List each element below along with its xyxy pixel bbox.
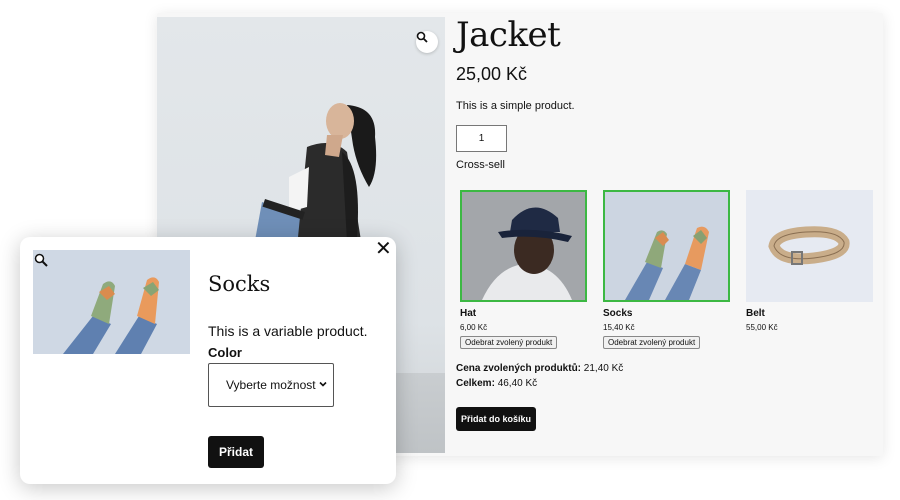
close-icon[interactable]: ✕ (375, 238, 392, 260)
chevron-down-icon (319, 381, 327, 387)
product-price: 25,00 Kč (456, 64, 528, 84)
totals-block: Cena zvolených produktů: 21,40 Kč Celkem… (456, 361, 623, 391)
cross-sell-price: 15,40 Kč (603, 323, 635, 332)
magnifier-icon (416, 31, 428, 43)
attribute-label: Color (208, 345, 242, 360)
quantity-input[interactable]: 1 (456, 125, 507, 152)
cross-sell-price: 55,00 Kč (746, 323, 778, 332)
cross-sell-item-socks[interactable]: Socks 15,40 Kč Odebrat zvolený produkt (603, 190, 731, 350)
product-title: Jacket (456, 15, 561, 55)
quick-view-popup: ✕ Socks This is a variable product. Colo… (20, 237, 396, 484)
selected-total-row: Cena zvolených produktů: 21,40 Kč (456, 361, 623, 376)
selected-total-label: Cena zvolených produktů: (456, 363, 582, 374)
grand-total-row: Celkem: 46,40 Kč (456, 376, 623, 391)
selected-total-value: 21,40 Kč (583, 363, 624, 374)
belt-illustration (746, 190, 873, 302)
quick-view-title: Socks (208, 272, 271, 296)
cross-sell-name: Hat (460, 308, 477, 319)
add-to-cart-button[interactable]: Přidat do košíku (456, 407, 536, 431)
magnifier-icon[interactable] (34, 253, 48, 267)
socks-illustration (33, 250, 190, 354)
zoom-button[interactable] (416, 31, 438, 53)
add-button[interactable]: Přidat (208, 436, 264, 468)
color-select[interactable]: Vyberte možnost (208, 363, 334, 407)
cross-sell-thumb-hat[interactable] (460, 190, 587, 302)
color-select-value: Vyberte možnost (226, 378, 316, 392)
grand-total-value: 46,40 Kč (497, 378, 538, 389)
cross-sell-name: Belt (746, 308, 765, 319)
cross-sell-item-hat[interactable]: Hat 6,00 Kč Odebrat zvolený produkt (460, 190, 588, 350)
cross-sell-price: 6,00 Kč (460, 323, 488, 332)
grand-total-label: Celkem: (456, 378, 495, 389)
quick-view-image[interactable] (33, 250, 190, 354)
remove-selected-button[interactable]: Odebrat zvolený produkt (460, 336, 558, 349)
cross-sell-heading: Cross-sell (456, 159, 505, 171)
product-description: This is a simple product. (456, 100, 575, 112)
cross-sell-item-belt[interactable]: Belt 55,00 Kč (746, 190, 874, 332)
cross-sell-name: Socks (603, 308, 633, 319)
cross-sell-thumb-socks[interactable] (603, 190, 730, 302)
hat-illustration (462, 192, 585, 300)
quick-view-description: This is a variable product. (208, 323, 368, 339)
socks-illustration (605, 192, 728, 300)
cross-sell-thumb-belt[interactable] (746, 190, 873, 302)
remove-selected-button[interactable]: Odebrat zvolený produkt (603, 336, 701, 349)
